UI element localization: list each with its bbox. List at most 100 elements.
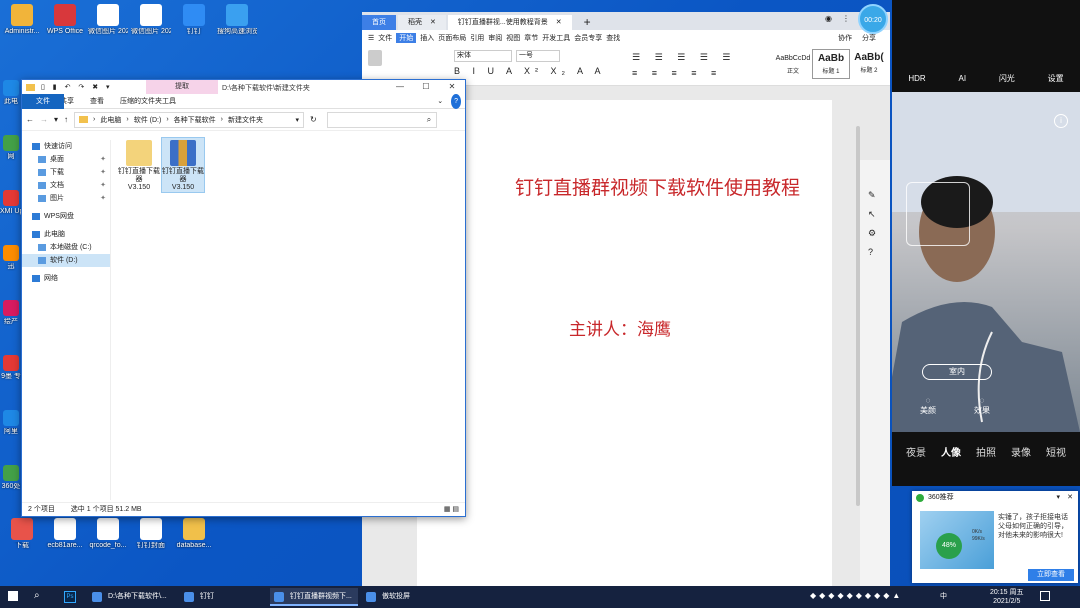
wps-tab[interactable]: 首页 bbox=[362, 15, 396, 30]
camera-control[interactable]: AI bbox=[958, 74, 966, 83]
camera-mode[interactable]: 短视 bbox=[1046, 444, 1066, 459]
ribbon-tab[interactable]: 文件 bbox=[22, 93, 64, 109]
nav-item[interactable]: 此电脑 bbox=[22, 228, 110, 241]
camera-mode[interactable]: 人像 bbox=[941, 444, 961, 459]
beauty-button[interactable]: ◌ 美颜 bbox=[920, 396, 936, 416]
breadcrumb-separator-icon[interactable]: › bbox=[166, 116, 168, 123]
breadcrumb-separator-icon[interactable]: › bbox=[221, 116, 223, 123]
popup-menu-icon[interactable]: ▾ bbox=[1056, 491, 1060, 505]
popup-close-icon[interactable]: ✕ bbox=[1067, 491, 1073, 505]
desktop-icon[interactable]: 钉钉封面 bbox=[131, 518, 171, 550]
back-icon[interactable]: ← bbox=[26, 115, 34, 124]
up-icon[interactable]: ↑ bbox=[64, 115, 68, 124]
breadcrumb-separator-icon[interactable]: › bbox=[93, 116, 95, 123]
effect-button[interactable]: ◌ 效果 bbox=[974, 396, 990, 416]
search-icon[interactable]: ⌕ bbox=[34, 590, 40, 601]
nav-item[interactable]: 软件 (D:) bbox=[22, 254, 110, 267]
wps-menu-item[interactable]: 审阅 bbox=[488, 33, 502, 43]
notification-icon[interactable] bbox=[1040, 591, 1050, 601]
document-page[interactable]: 钉钉直播群视频下载软件使用教程 主讲人：海鹰 bbox=[417, 100, 832, 600]
wps-menu-item[interactable]: 引用 bbox=[470, 33, 484, 43]
tab-close-icon[interactable]: ✕ bbox=[430, 19, 436, 26]
camera-control[interactable]: 闪光 bbox=[999, 73, 1015, 84]
select-icon[interactable]: ↖ bbox=[868, 209, 890, 220]
wps-menu-item[interactable]: 查找 bbox=[606, 33, 620, 43]
desktop-icon[interactable]: qrcode_fo... bbox=[88, 518, 128, 550]
format-buttons[interactable]: B I U A X² X₂ A A bbox=[454, 66, 606, 76]
align-buttons[interactable]: ≡ ≡ ≡ ≡ ≡ bbox=[632, 68, 722, 78]
desktop-icon[interactable]: 搜狗高速浏览器 bbox=[217, 4, 257, 36]
camera-mode[interactable]: 录像 bbox=[1011, 444, 1031, 459]
style-preset[interactable]: AaBb(标题 2 bbox=[850, 49, 888, 79]
new-tab-icon[interactable]: + bbox=[584, 15, 591, 30]
nav-item[interactable]: WPS网盘 bbox=[22, 210, 110, 223]
breadcrumb-item[interactable]: 各种下载软件 bbox=[174, 115, 216, 125]
nav-item[interactable]: 快速访问 bbox=[22, 140, 110, 153]
taskbar-item[interactable]: 钉钉直播群视频下... bbox=[270, 588, 358, 606]
wps-menu-item[interactable]: 章节 bbox=[524, 33, 538, 43]
wps-avatar-icon[interactable]: ◉ bbox=[825, 14, 832, 23]
search-input[interactable] bbox=[326, 111, 437, 128]
style-preset[interactable]: AaBb 标题 1 bbox=[812, 49, 850, 79]
taskbar-item[interactable]: 傲软投屏 bbox=[362, 588, 450, 606]
wps-menu-icon[interactable]: ⋮ bbox=[842, 14, 850, 23]
start-icon[interactable] bbox=[8, 591, 18, 601]
desktop-icon-partial[interactable]: 此电 bbox=[0, 80, 22, 106]
address-bar[interactable]: › 此电脑 › 软件 (D:) › 各种下载软件 › 新建文件夹 ▾ bbox=[74, 111, 305, 128]
quick-access-toolbar[interactable]: ▯ ▮ ↶ ↷ ✖ ▾ bbox=[41, 83, 113, 91]
paragraph-buttons[interactable]: ☰ ☰ ☰ ☰ ☰ bbox=[632, 52, 736, 63]
close-button[interactable]: ✕ bbox=[439, 80, 465, 94]
wps-tab[interactable]: 稻壳 ✕ bbox=[398, 15, 446, 30]
camera-mode[interactable]: 夜景 bbox=[906, 444, 926, 459]
nav-item[interactable]: 下载 ✦ bbox=[22, 166, 110, 179]
refresh-icon[interactable]: ↻ bbox=[310, 115, 317, 124]
desktop-icon[interactable]: Administr... bbox=[2, 4, 42, 36]
desktop-icon[interactable]: ecb81are... bbox=[45, 518, 85, 550]
file-item[interactable]: 钉钉直播下载器 V3.150 bbox=[161, 137, 205, 193]
desktop-icon-partial[interactable]: 迅 bbox=[0, 245, 22, 271]
edit-icon[interactable]: ✎ bbox=[868, 190, 890, 201]
camera-control[interactable]: 设置 bbox=[1048, 73, 1064, 84]
file-item[interactable]: 钉钉直播下载器 V3.150 bbox=[118, 138, 160, 192]
address-dropdown-icon[interactable]: ▾ bbox=[296, 116, 300, 124]
hamburger-icon[interactable]: ☰ bbox=[368, 34, 374, 42]
breadcrumb-item[interactable]: 软件 (D:) bbox=[134, 115, 162, 125]
wps-menu-item[interactable]: 开始 bbox=[396, 33, 417, 43]
wps-menu-item[interactable]: 文件 bbox=[378, 33, 392, 43]
desktop-icon[interactable]: 微信图片 2020112... bbox=[131, 4, 171, 36]
camera-control[interactable]: HDR bbox=[908, 74, 925, 83]
view-toggle-icons[interactable]: ▦ ▤ bbox=[444, 503, 459, 517]
desktop-icon-partial[interactable]: 9墨 专 bbox=[0, 355, 22, 381]
camera-mode[interactable]: 拍照 bbox=[976, 444, 996, 459]
ime-indicator[interactable]: 中 bbox=[940, 591, 947, 601]
font-name-select[interactable]: 宋体 bbox=[454, 50, 512, 62]
desktop-icon-partial[interactable]: 网 bbox=[0, 135, 22, 161]
desktop-icon[interactable]: WPS Office bbox=[45, 4, 85, 36]
desktop-icon-partial[interactable]: 阿里 bbox=[0, 410, 22, 436]
breadcrumb-separator-icon[interactable]: › bbox=[126, 116, 128, 123]
breadcrumb-item[interactable]: 新建文件夹 bbox=[228, 115, 263, 125]
desktop-icon[interactable]: database... bbox=[174, 518, 214, 550]
nav-item[interactable]: 本地磁盘 (C:) bbox=[22, 241, 110, 254]
wps-tab[interactable]: 钉钉直播群视...使用教程背景 ✕ bbox=[447, 15, 572, 30]
wps-menu-item[interactable]: 视图 bbox=[506, 33, 520, 43]
desktop-icon-partial[interactable]: XMI Upd bbox=[0, 190, 22, 216]
nav-item[interactable]: 图片 ✦ bbox=[22, 192, 110, 205]
paste-icon[interactable] bbox=[368, 50, 382, 66]
maximize-button[interactable]: ☐ bbox=[413, 80, 439, 94]
ribbon-expand-icon[interactable]: ⌄ bbox=[429, 94, 451, 109]
scene-label[interactable]: 室内 bbox=[922, 364, 992, 380]
tab-close-icon[interactable]: ✕ bbox=[556, 19, 562, 26]
adjust-icon[interactable]: ⚙ bbox=[868, 228, 890, 239]
desktop-icon-partial[interactable]: 绘产 bbox=[0, 300, 22, 326]
desktop-icon-partial[interactable]: 360处 bbox=[0, 465, 22, 491]
minimize-button[interactable]: — bbox=[387, 80, 413, 94]
photoshop-icon[interactable]: Ps bbox=[64, 591, 76, 603]
collab-button[interactable]: 协作 bbox=[838, 33, 852, 43]
popup-view-button[interactable]: 立即查看 bbox=[1028, 569, 1074, 581]
wps-menu-item[interactable]: 插入 bbox=[420, 33, 434, 43]
nav-item[interactable]: 文档 ✦ bbox=[22, 179, 110, 192]
help-icon[interactable]: ? bbox=[868, 247, 890, 257]
breadcrumb-item[interactable]: 此电脑 bbox=[100, 115, 121, 125]
clock[interactable]: 20:15 周五 2021/2/5 bbox=[990, 588, 1023, 606]
